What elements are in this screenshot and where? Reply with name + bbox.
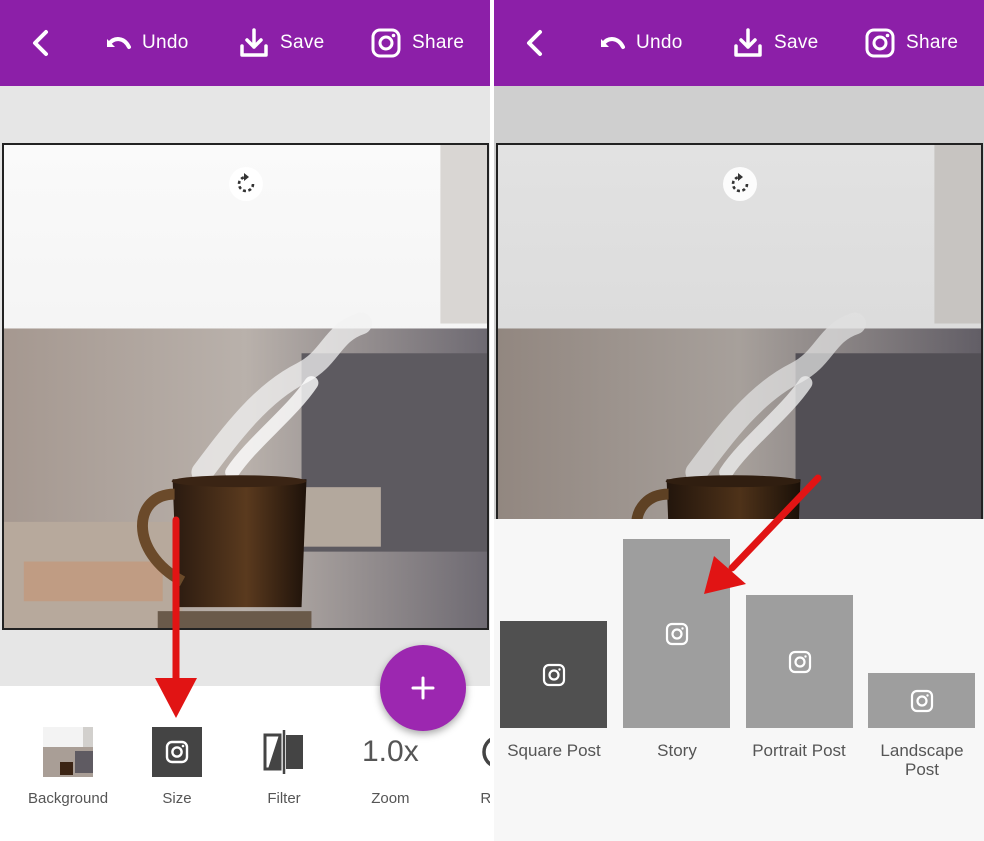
- instagram-icon: [910, 689, 933, 712]
- landscape-post-option[interactable]: [868, 673, 975, 728]
- portrait-post-label: Portrait Post: [752, 741, 846, 760]
- chevron-left-icon: [527, 30, 542, 56]
- filter-label: Filter: [267, 790, 301, 807]
- rotate-icon: [731, 173, 749, 193]
- story-option[interactable]: [623, 539, 730, 728]
- zoom-value: 1.0x: [362, 735, 419, 768]
- save-label: Save: [280, 32, 325, 53]
- rotate-tool[interactable]: Rot: [466, 726, 490, 807]
- background-tool[interactable]: Background: [28, 726, 108, 807]
- plus-icon: [411, 676, 435, 700]
- background-label: Background: [28, 790, 109, 807]
- top-toolbar: Undo Save Share: [0, 0, 490, 86]
- undo-label: Undo: [636, 32, 683, 53]
- instagram-icon: [542, 663, 565, 686]
- coffee-photo: [4, 145, 487, 628]
- back-button[interactable]: [520, 25, 552, 61]
- instagram-icon: [152, 727, 202, 777]
- background-thumbnail: [43, 727, 94, 777]
- size-label: Size: [162, 790, 192, 807]
- rotate-label: Rot: [480, 790, 490, 807]
- instagram-icon: [865, 28, 895, 58]
- square-post-option[interactable]: [500, 621, 607, 728]
- rotate-icon: [237, 173, 255, 193]
- undo-label: Undo: [142, 32, 189, 53]
- photo-canvas[interactable]: [2, 143, 489, 630]
- undo-icon: [601, 37, 625, 49]
- instagram-icon: [371, 28, 401, 58]
- back-button[interactable]: [26, 25, 58, 61]
- left-screen: Undo Save Share Background Size Filter 1…: [0, 0, 490, 841]
- top-toolbar: Undo Save Share: [494, 0, 984, 86]
- undo-button[interactable]: Undo: [594, 25, 683, 61]
- landscape-post-label: Landscape Post: [880, 741, 964, 779]
- instagram-icon: [788, 650, 811, 673]
- size-tool[interactable]: Size: [151, 726, 203, 807]
- zoom-tool[interactable]: 1.0x Zoom: [362, 726, 419, 807]
- right-screen: Undo Save Share Square Post Story Portra…: [494, 0, 984, 841]
- undo-button[interactable]: Undo: [100, 25, 189, 61]
- save-button[interactable]: Save: [732, 25, 819, 61]
- rotate-photo-button[interactable]: [723, 167, 757, 201]
- download-icon: [734, 28, 762, 57]
- add-fab-button[interactable]: [380, 645, 466, 731]
- share-button[interactable]: Share: [864, 25, 958, 61]
- story-label: Story: [657, 741, 697, 760]
- size-options-panel: Square Post Story Portrait Post Landscap…: [494, 519, 984, 841]
- share-label: Share: [906, 32, 959, 53]
- square-post-label: Square Post: [507, 741, 601, 760]
- chevron-left-icon: [33, 30, 48, 56]
- rotate-tool-icon: [482, 737, 490, 767]
- share-button[interactable]: Share: [370, 25, 464, 61]
- filter-tool[interactable]: Filter: [258, 726, 310, 807]
- save-button[interactable]: Save: [238, 25, 325, 61]
- instagram-icon: [665, 622, 688, 645]
- download-icon: [240, 28, 268, 57]
- zoom-label: Zoom: [371, 790, 410, 807]
- undo-icon: [107, 37, 131, 49]
- filter-icon: [263, 730, 303, 774]
- portrait-post-option[interactable]: [746, 595, 853, 728]
- save-label: Save: [774, 32, 819, 53]
- share-label: Share: [412, 32, 465, 53]
- rotate-photo-button[interactable]: [229, 167, 263, 201]
